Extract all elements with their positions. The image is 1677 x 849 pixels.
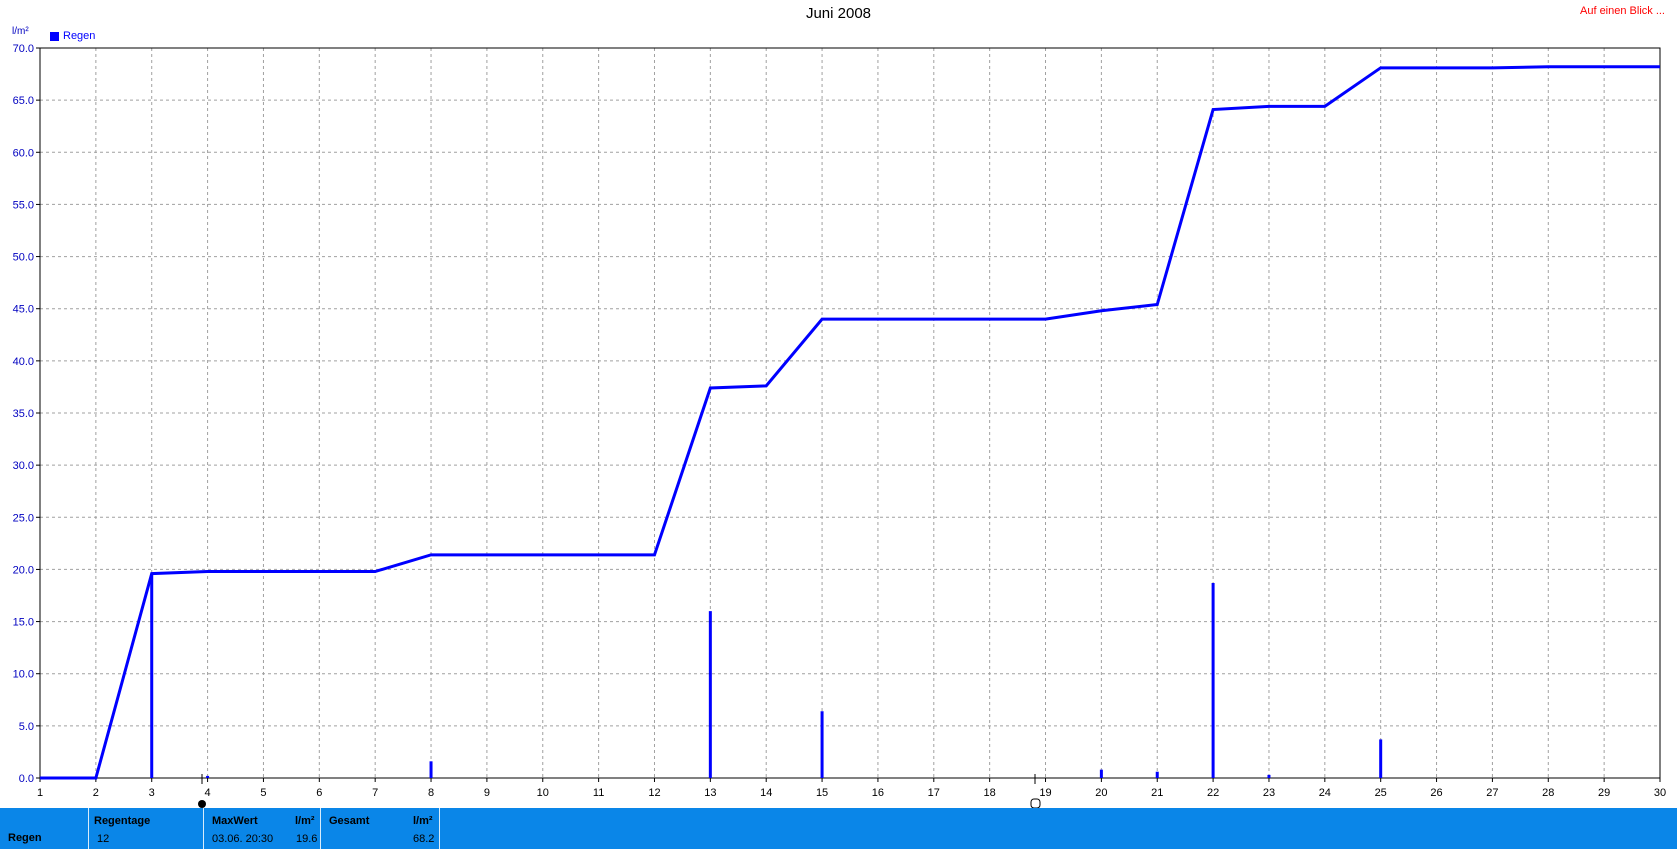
legend: Regen — [50, 30, 95, 42]
y-tick-label: 65.0 — [13, 95, 34, 107]
overview-link[interactable]: Auf einen Blick ... — [1580, 5, 1665, 17]
y-tick-label: 25.0 — [13, 512, 34, 524]
x-tick-label: 28 — [1542, 787, 1554, 799]
cumulative-rain-line — [40, 65, 1660, 780]
x-axis: 1 2 3 4 5 6 7 8 9 10 11 12 13 14 15 16 17 18 19 20 21 22 23 24 2… — [37, 778, 1666, 799]
rain-chart: 0.0 5.0 10.0 15.0 20.0 25.0 30.0 35.0 40.0 45.0 50… — [13, 43, 1666, 808]
footer-row-label: Regen — [8, 832, 42, 844]
regentage-value: 12 — [97, 833, 110, 845]
legend-label: Regen — [63, 30, 96, 42]
gesamt-unit: l/m² — [413, 815, 433, 827]
y-unit-label: l/m² — [12, 26, 29, 37]
x-tick-label: 24 — [1319, 787, 1331, 799]
x-tick-label: 20 — [1095, 787, 1107, 799]
regentage-cell: Regentage 12 — [89, 808, 204, 849]
footer-row-label-cell: Regen — [0, 808, 89, 849]
rain-bars — [150, 573, 1383, 778]
x-tick-label: 7 — [372, 787, 378, 799]
x-tick-label: 19 — [1039, 787, 1051, 799]
maxwert-unit: l/m² — [295, 815, 315, 827]
x-tick-label: 2 — [93, 787, 99, 799]
range-start-handle[interactable] — [198, 800, 206, 808]
x-tick-label: 11 — [593, 787, 604, 799]
maxwert-label: MaxWert — [212, 815, 258, 827]
y-tick-label: 30.0 — [13, 460, 34, 472]
gesamt-value: 68.2 — [413, 833, 435, 845]
x-tick-label: 12 — [648, 787, 660, 799]
y-axis: 0.0 5.0 10.0 15.0 20.0 25.0 30.0 35.0 40.0 45.0 50… — [13, 43, 40, 785]
x-tick-label: 3 — [149, 787, 155, 799]
x-tick-label: 14 — [760, 787, 772, 799]
x-tick-label: 6 — [316, 787, 322, 799]
y-tick-label: 15.0 — [13, 617, 34, 629]
maxwert-cell: MaxWert l/m² 03.06. 20:30 19.6 — [204, 808, 321, 849]
gesamt-cell: Gesamt l/m² 68.2 — [321, 808, 440, 849]
gesamt-label: Gesamt — [329, 815, 370, 827]
y-tick-label: 20.0 — [13, 564, 34, 576]
x-tick-label: 13 — [704, 787, 716, 799]
range-end-handle[interactable] — [1030, 798, 1041, 808]
y-tick-label: 5.0 — [19, 721, 34, 733]
x-tick-label: 25 — [1375, 787, 1387, 799]
x-tick-label: 9 — [484, 787, 490, 799]
y-tick-label: 40.0 — [13, 356, 34, 368]
regentage-label: Regentage — [94, 815, 151, 827]
y-tick-label: 60.0 — [13, 147, 34, 159]
y-tick-label: 35.0 — [13, 408, 34, 420]
y-tick-label: 10.0 — [13, 669, 34, 681]
x-tick-label: 22 — [1207, 787, 1219, 799]
x-tick-label: 18 — [984, 787, 996, 799]
x-tick-label: 30 — [1654, 787, 1666, 799]
x-tick-label: 23 — [1263, 787, 1275, 799]
y-tick-label: 0.0 — [19, 773, 34, 785]
x-tick-label: 15 — [816, 787, 828, 799]
x-tick-label: 17 — [928, 787, 940, 799]
chart-grid — [40, 48, 1660, 778]
stats-footer: Regen Regentage 12 MaxWert l/m² 03.06. 2… — [0, 808, 1677, 849]
legend-swatch — [50, 31, 59, 41]
y-tick-label: 50.0 — [13, 252, 34, 264]
x-tick-label: 16 — [872, 787, 884, 799]
x-tick-label: 10 — [537, 787, 549, 799]
x-tick-label: 8 — [428, 787, 434, 799]
y-tick-label: 70.0 — [13, 43, 34, 55]
x-tick-label: 27 — [1486, 787, 1498, 799]
x-tick-label: 21 — [1151, 787, 1163, 799]
y-tick-label: 55.0 — [13, 199, 34, 211]
x-tick-label: 1 — [37, 787, 43, 799]
y-tick-label: 45.0 — [13, 304, 34, 316]
maxwert-value: 19.6 — [296, 833, 318, 845]
maxwert-datetime: 03.06. 20:30 — [212, 833, 274, 845]
x-tick-label: 26 — [1430, 787, 1442, 799]
x-tick-label: 5 — [260, 787, 266, 799]
x-tick-label: 29 — [1598, 787, 1610, 799]
x-tick-label: 4 — [205, 787, 211, 799]
chart-title: Juni 2008 — [805, 5, 872, 22]
